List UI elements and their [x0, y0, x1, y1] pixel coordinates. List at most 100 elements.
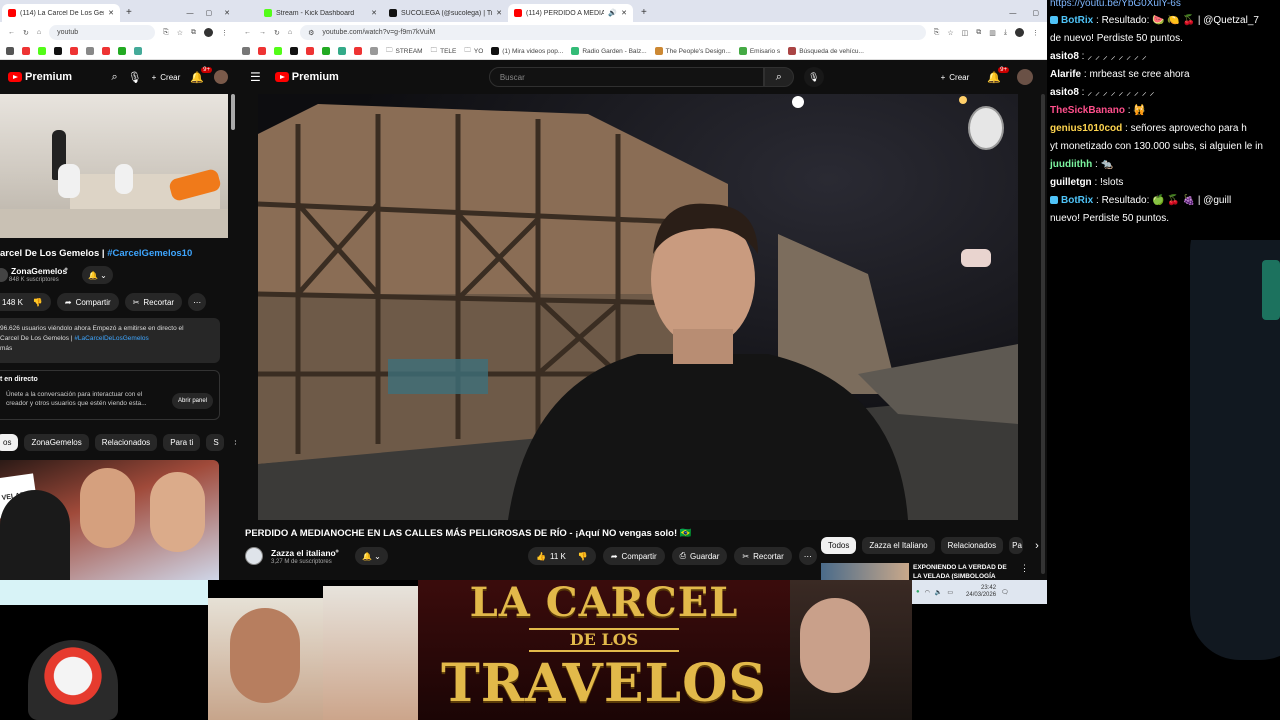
chat-username[interactable]: Alarife [1050, 69, 1081, 80]
bookmark-item[interactable]: The People's Design... [654, 47, 731, 55]
save-button[interactable]: ⎙ Guardar [671, 547, 728, 565]
cast-icon[interactable]: ◫ [962, 29, 969, 37]
left-video-player[interactable] [0, 94, 228, 238]
extensions-icon[interactable]: ⧉ [191, 29, 196, 37]
menu-dots-icon[interactable]: ⋮ [1032, 29, 1039, 37]
bookmark-star-icon[interactable]: ☆ [177, 29, 183, 37]
desc-hashtag[interactable]: #LaCarcelDeLosGemelos [74, 335, 148, 342]
bookmark-item[interactable]: Emisario s [738, 47, 780, 55]
menu-dots-icon[interactable]: ⋮ [221, 29, 228, 37]
tray-icon[interactable]: ● [916, 589, 920, 595]
dislike-icon[interactable]: 👎 [578, 552, 588, 561]
notification-center-icon[interactable]: 🗨 [1001, 589, 1009, 596]
cast-icon[interactable]: ⎘ [163, 29, 169, 37]
more-button[interactable]: ⋯ [798, 547, 817, 565]
main-scrollbar[interactable] [1041, 94, 1045, 574]
new-tab-icon[interactable]: + [126, 7, 132, 18]
bookmark-icon[interactable] [258, 47, 266, 55]
search-button[interactable]: ⌕ [763, 67, 794, 87]
open-panel-button[interactable]: Abrir panel [171, 393, 213, 409]
tab-tiktok[interactable]: SUCOLEGA (@sucolega) | Tik ✕ [383, 4, 508, 22]
left-scrollbar[interactable] [231, 94, 235, 130]
left-description[interactable]: 96.626 usuarios viéndolo ahora Empezó a … [0, 318, 220, 363]
bookmark-icon[interactable] [102, 47, 110, 55]
chip[interactable]: ZonaGemelos [24, 434, 89, 451]
bookmark-item[interactable]: Búsqueda de vehícu... [788, 47, 864, 55]
bookmark-folder-yo[interactable]: 🗀 YO [464, 46, 483, 57]
hamburger-menu-icon[interactable]: ☰ [250, 70, 261, 84]
close-icon[interactable]: ✕ [496, 9, 502, 17]
clock[interactable]: 23:42 24/03/2026 [966, 585, 996, 599]
bookmark-icon[interactable] [134, 47, 142, 55]
chat-username[interactable]: BotRix [1061, 15, 1093, 26]
chat-username[interactable]: BotRix [1061, 195, 1093, 206]
dislike-icon[interactable]: 👎 [33, 298, 43, 307]
chat-username[interactable]: TheSickBanano [1050, 105, 1125, 116]
speaker-icon[interactable]: 🔈 [935, 589, 942, 596]
chip[interactable]: Relacionados [94, 434, 158, 451]
sidebar-icon[interactable]: ▥ [989, 29, 996, 37]
recommended-thumbnail[interactable]: VELADA [0, 460, 219, 580]
bookmark-icon[interactable] [242, 47, 250, 55]
bookmark-icon[interactable] [354, 47, 362, 55]
chat-username[interactable]: genius1010cod [1050, 123, 1122, 134]
chat-username[interactable]: asito8 [1050, 87, 1079, 98]
left-tab[interactable]: (114) La Carcel De Los Gemelos ✕ [2, 4, 120, 22]
mic-icon[interactable]: 🎙 [803, 67, 824, 87]
bookmark-item[interactable]: (1) Mira videos pop... [491, 47, 563, 55]
profile-icon[interactable] [204, 28, 213, 37]
left-title-hashtag[interactable]: #CarcelGemelos10 [107, 248, 192, 259]
search-icon[interactable]: ⌕ [111, 71, 117, 84]
close-icon[interactable]: ✕ [621, 9, 627, 17]
left-url-field[interactable]: youtub [49, 25, 156, 40]
mic-icon[interactable]: 🎙 [128, 71, 142, 84]
battery-icon[interactable]: ▭ [947, 589, 953, 596]
chip[interactable]: os [0, 434, 19, 451]
youtube-logo[interactable]: Premium [8, 71, 72, 83]
back-icon[interactable]: ← [8, 29, 15, 36]
forward-icon[interactable]: → [259, 29, 266, 36]
profile-icon[interactable] [1015, 28, 1024, 37]
maximize-icon[interactable]: ▢ [206, 9, 213, 17]
avatar[interactable] [214, 70, 228, 84]
like-button[interactable]: 👍 11 K 👎 [528, 547, 596, 565]
wifi-icon[interactable]: ◠ [925, 589, 930, 596]
bookmark-icon[interactable] [322, 47, 330, 55]
minimize-icon[interactable]: — [1009, 10, 1016, 17]
bookmark-item[interactable]: Radio Garden - Balz... [571, 47, 647, 55]
bookmark-icon[interactable] [38, 47, 46, 55]
notifications-button[interactable]: 🔔 ⌄ [355, 547, 388, 565]
extensions-icon[interactable]: ⧉ [976, 29, 981, 37]
chat-username[interactable]: juudiithh [1050, 159, 1092, 170]
close-icon[interactable]: ✕ [108, 9, 114, 17]
chip[interactable]: Todos [821, 537, 857, 554]
desc-more[interactable]: más [0, 344, 218, 354]
site-info-icon[interactable]: ⚙ [308, 29, 314, 37]
bookmark-icon[interactable] [338, 47, 346, 55]
share-button[interactable]: ➦ Compartir [602, 547, 665, 565]
reload-icon[interactable]: ↻ [23, 29, 29, 37]
close-window-icon[interactable]: ✕ [224, 9, 230, 17]
search-input[interactable]: Buscar [488, 67, 764, 87]
home-icon[interactable]: ⌂ [37, 29, 41, 36]
clip-button[interactable]: ✂ Recortar [734, 547, 792, 565]
share-button[interactable]: ➦ Compartir [56, 293, 119, 311]
chat-username[interactable]: asito8 [1050, 51, 1079, 62]
chevron-right-icon[interactable]: › [1035, 540, 1039, 552]
chat-top-link[interactable]: https://youtu.be/YbG0XulY-6s [1050, 0, 1181, 9]
chat-username[interactable]: guilletgn [1050, 177, 1092, 188]
new-tab-icon[interactable]: + [641, 7, 647, 18]
left-channel-name[interactable]: ZonaGemelos [11, 266, 67, 276]
recommended-item[interactable]: EXPONIENDO LA VERDAD DE LA VELADA (SIMBO… [821, 563, 1031, 580]
bookmark-icon[interactable] [118, 47, 126, 55]
bookmark-icon[interactable] [22, 47, 30, 55]
close-icon[interactable]: ✕ [371, 9, 377, 17]
main-url-field[interactable]: ⚙ youtube.com/watch?v=g-f9m7kVuiM [300, 25, 926, 40]
bookmark-icon[interactable] [86, 47, 94, 55]
minimize-icon[interactable]: — [187, 10, 194, 17]
chip[interactable]: Para ti [163, 434, 201, 451]
channel-avatar[interactable] [0, 268, 8, 282]
tab-youtube[interactable]: (114) PERDIDO A MEDIAN 🔊 ✕ [508, 4, 633, 22]
chip[interactable]: Zazza el Italiano [862, 537, 935, 554]
bookmark-icon[interactable] [370, 47, 378, 55]
